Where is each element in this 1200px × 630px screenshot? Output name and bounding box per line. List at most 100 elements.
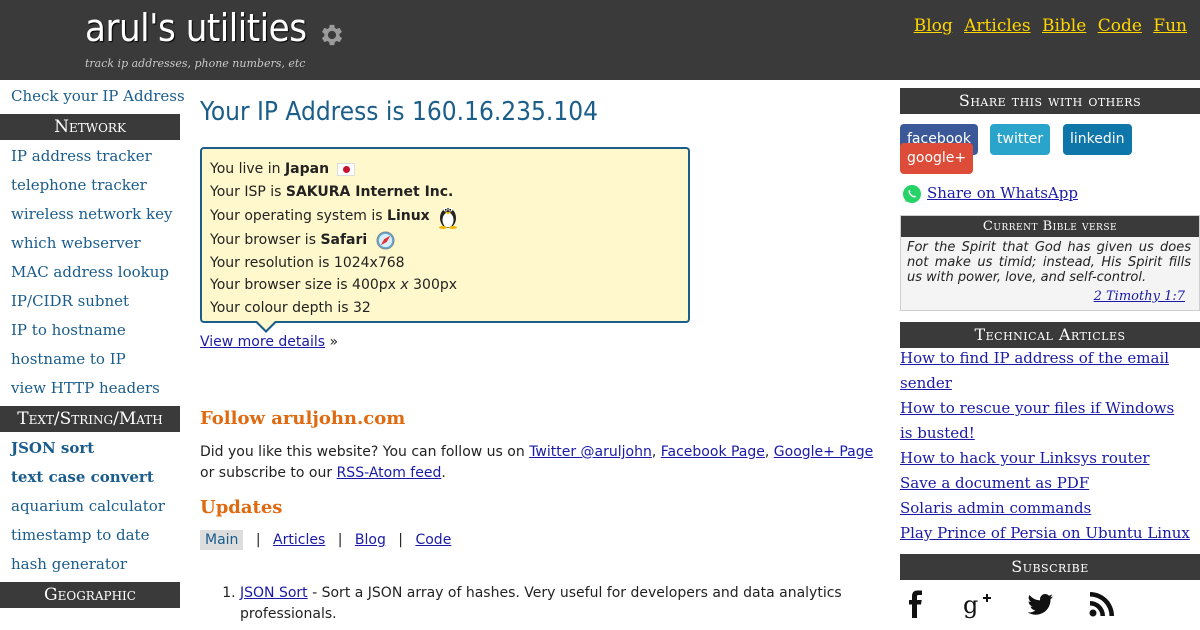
- safari-compass-icon: [376, 230, 395, 250]
- twitter-icon[interactable]: [1024, 588, 1056, 620]
- view-more-details-link[interactable]: View more details: [200, 334, 325, 350]
- sidebar-item-ip-tracker[interactable]: IP address tracker: [0, 142, 180, 171]
- facebook-icon[interactable]: [900, 588, 932, 620]
- sidebar-item-timestamp[interactable]: timestamp to date: [0, 521, 180, 550]
- nav-fun[interactable]: Fun: [1153, 16, 1187, 36]
- follow-heading: Follow aruljohn.com: [200, 408, 406, 429]
- rss-icon[interactable]: [1086, 588, 1118, 620]
- tab-main[interactable]: Main: [200, 530, 244, 550]
- nav-bible[interactable]: Bible: [1042, 16, 1086, 36]
- follow-text-subscribe: or subscribe to our: [200, 465, 333, 481]
- browser-value: Safari: [320, 232, 368, 248]
- share-twitter-button[interactable]: twitter: [990, 124, 1051, 155]
- isp-label: Your ISP is: [210, 183, 282, 200]
- resolution-line: Your resolution is 1024x768: [210, 254, 405, 271]
- share-linkedin-button[interactable]: linkedin: [1063, 124, 1132, 155]
- top-nav: Blog Articles Bible Code Fun: [908, 16, 1187, 36]
- browser-size-line: Your browser size is 400px x 300px: [210, 274, 680, 297]
- bible-verse-text: For the Spirit that God has given us doe…: [907, 240, 1191, 285]
- sidebar-heading-geographic: Geographic: [0, 582, 180, 608]
- sidebar-item-text-case[interactable]: text case convert: [0, 463, 180, 492]
- site-title[interactable]: arul's utilities: [85, 6, 307, 50]
- sidebar-item-json-sort[interactable]: JSON sort: [0, 434, 180, 463]
- article-link[interactable]: Save a document as PDF: [900, 471, 1190, 496]
- bible-verse-reference[interactable]: 2 Timothy 1:7: [1094, 289, 1185, 304]
- updates-list: JSON Sort - Sort a JSON array of hashes.…: [200, 583, 880, 625]
- more-details-row: View more details »: [200, 334, 338, 350]
- list-item: JSON Sort - Sort a JSON array of hashes.…: [240, 583, 880, 625]
- country-line: You live in Japan: [210, 158, 680, 181]
- sidebar-item-hostname-to-ip[interactable]: hostname to IP: [0, 345, 180, 374]
- nav-articles[interactable]: Articles: [964, 16, 1030, 36]
- sidebar-item-webserver[interactable]: which webserver: [0, 229, 180, 258]
- isp-value: SAKURA Internet Inc.: [285, 183, 454, 200]
- update-link[interactable]: JSON Sort: [240, 585, 308, 601]
- isp-line: Your ISP is SAKURA Internet Inc.: [210, 181, 680, 204]
- browser-size-x: x: [400, 277, 409, 293]
- sidebar-item-hash[interactable]: hash generator: [0, 550, 180, 579]
- follow-text-intro: Did you like this website? You can follo…: [200, 444, 525, 460]
- updates-tabs: Main | Articles | Blog | Code: [200, 530, 451, 550]
- colour-depth-line: Your colour depth is 32: [210, 299, 371, 316]
- linux-tux-icon: [439, 207, 458, 229]
- whatsapp-share: Share on WhatsApp: [902, 184, 1078, 204]
- svg-text:g: g: [963, 591, 978, 619]
- ip-info-box: You live in Japan Your ISP is SAKURA Int…: [200, 147, 690, 333]
- nav-code[interactable]: Code: [1098, 16, 1142, 36]
- tab-separator: |: [398, 532, 404, 548]
- sidebar-item-telephone-tracker[interactable]: telephone tracker: [0, 171, 180, 200]
- left-sidebar: Check your IP Address Network IP address…: [0, 80, 185, 610]
- sidebar-item-mac-lookup[interactable]: MAC address lookup: [0, 258, 180, 287]
- sidebar-item-aquarium[interactable]: aquarium calculator: [0, 492, 180, 521]
- browser-line: Your browser is Safari: [210, 229, 680, 252]
- share-buttons: facebook twitter linkedin google+: [900, 124, 1200, 174]
- subscribe-icons: g: [900, 588, 1200, 622]
- site-tagline: track ip addresses, phone numbers, etc: [85, 57, 306, 70]
- article-link[interactable]: Play Prince of Persia on Ubuntu Linux: [900, 521, 1190, 546]
- follow-text-period: .: [441, 465, 446, 481]
- country-value: Japan: [284, 161, 330, 177]
- tab-separator: |: [255, 532, 261, 548]
- subscribe-heading: Subscribe: [900, 554, 1200, 580]
- google-plus-icon[interactable]: g: [962, 588, 994, 620]
- site-header: arul's utilities track ip addresses, pho…: [0, 0, 1200, 80]
- share-googleplus-button[interactable]: google+: [900, 143, 974, 174]
- tab-code[interactable]: Code: [415, 532, 451, 548]
- sidebar-heading-network: Network: [0, 114, 180, 140]
- sidebar-item-check-ip[interactable]: Check your IP Address: [0, 82, 185, 111]
- article-link[interactable]: How to find IP address of the email send…: [900, 346, 1190, 396]
- browser-label: Your browser is: [210, 232, 316, 248]
- tab-articles[interactable]: Articles: [273, 532, 325, 548]
- rss-feed-link[interactable]: RSS-Atom feed: [337, 465, 442, 481]
- more-details-arrow: »: [329, 334, 339, 350]
- article-link[interactable]: How to rescue your files if Windows is b…: [900, 396, 1190, 446]
- facebook-page-link[interactable]: Facebook Page: [661, 444, 765, 460]
- os-value: Linux: [387, 208, 430, 224]
- twitter-link[interactable]: Twitter @aruljohn: [529, 444, 652, 460]
- sidebar-heading-text: Text/String/Math: [0, 406, 180, 432]
- googleplus-page-link[interactable]: Google+ Page: [774, 444, 873, 460]
- bubble-tail-inner: [256, 320, 276, 330]
- os-label: Your operating system is: [210, 208, 383, 224]
- ip-heading: Your IP Address is 160.16.235.104: [200, 97, 598, 127]
- os-line: Your operating system is Linux: [210, 203, 680, 229]
- article-link[interactable]: Solaris admin commands: [900, 496, 1190, 521]
- tab-blog[interactable]: Blog: [355, 532, 386, 548]
- sidebar-item-http-headers[interactable]: view HTTP headers: [0, 374, 180, 403]
- sidebar-item-cidr-subnet[interactable]: IP/CIDR subnet: [0, 287, 180, 316]
- bible-verse-heading: Current Bible verse: [901, 216, 1199, 237]
- update-text: - Sort a JSON array of hashes. Very usef…: [240, 585, 842, 622]
- gear-icon: [321, 24, 343, 46]
- japan-flag-icon: [337, 162, 356, 176]
- whatsapp-icon: [903, 185, 921, 203]
- article-link[interactable]: How to hack your Linksys router: [900, 446, 1190, 471]
- technical-articles-heading: Technical Articles: [900, 322, 1200, 348]
- technical-articles-list: How to find IP address of the email send…: [900, 346, 1190, 546]
- sidebar-item-wireless-key[interactable]: wireless network key: [0, 200, 180, 229]
- nav-blog[interactable]: Blog: [914, 16, 953, 36]
- bible-verse-box: Current Bible verse For the Spirit that …: [900, 215, 1200, 311]
- updates-heading: Updates: [200, 497, 283, 518]
- sidebar-item-ip-to-hostname[interactable]: IP to hostname: [0, 316, 180, 345]
- whatsapp-share-link[interactable]: Share on WhatsApp: [927, 184, 1078, 202]
- share-heading: Share this with others: [900, 88, 1200, 114]
